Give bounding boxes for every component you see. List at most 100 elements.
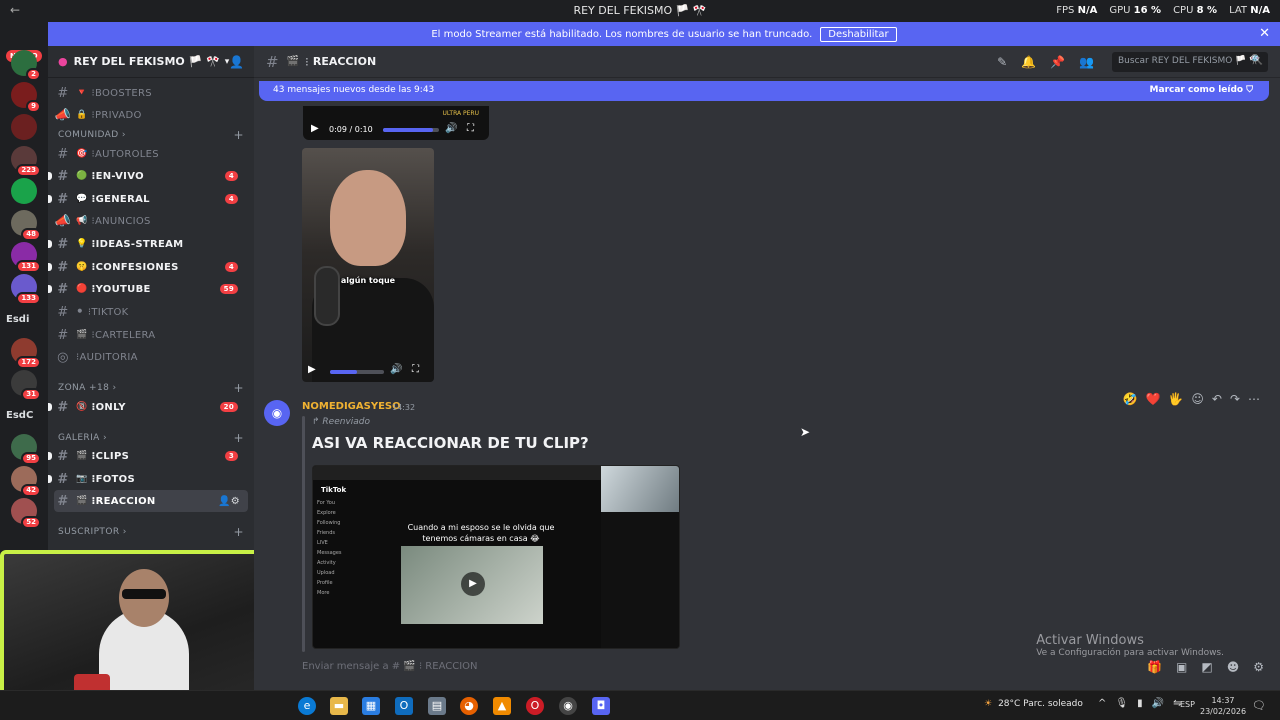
message-input[interactable]: Enviar mensaje a # 🎬 ⁝ REACCION	[302, 661, 478, 672]
heart-reaction-icon[interactable]: ❤️	[1145, 392, 1160, 406]
video-progress-bar[interactable]	[383, 128, 439, 132]
channel-youtube[interactable]: # 🔴 ⁝ YOUTUBE 59	[48, 278, 248, 300]
server-mention-badge: 42	[21, 484, 41, 497]
server-icon[interactable]: 9	[11, 82, 41, 113]
firefox-icon[interactable]: ◕	[460, 697, 478, 715]
channel-settings-icon[interactable]: 👤⚙	[218, 496, 240, 507]
server-icon[interactable]	[11, 114, 37, 140]
server-icon[interactable]: 52	[11, 498, 41, 529]
server-icon[interactable]: 172	[11, 338, 41, 369]
server-icon[interactable]: 133	[11, 274, 41, 305]
clip-video[interactable]: algún toque ▶ 🔊 ⛶	[302, 148, 434, 382]
vlc-icon[interactable]: ▲	[493, 697, 511, 715]
channel-only[interactable]: # 🔞 ⁝ ONLY 20	[48, 396, 248, 418]
message-author[interactable]: NOMEDIGASYESO	[302, 401, 401, 412]
clock[interactable]: 14:37 23/02/2026	[1200, 695, 1246, 717]
avatar[interactable]: ◉	[264, 400, 290, 426]
server-header[interactable]: ● REY DEL FEKISMO 🏳️ 🎌 ▾ 👤	[48, 46, 254, 78]
channel-emoji: 🔞	[76, 402, 88, 412]
members-icon[interactable]: 👥	[1079, 55, 1094, 69]
sticker-icon[interactable]: ◩	[1201, 660, 1212, 674]
emoji-icon[interactable]: ☻	[1227, 660, 1240, 674]
add-reaction-icon[interactable]: ☺	[1191, 392, 1204, 406]
server-icon[interactable]: 31	[11, 370, 41, 401]
microphone-icon[interactable]: 🎙	[1115, 698, 1128, 709]
channel-auditoria[interactable]: ◎ ⁝ AUDITORIA	[54, 346, 248, 368]
bell-icon[interactable]: 🔔	[1021, 55, 1036, 69]
disable-streamer-button[interactable]: Deshabilitar	[820, 26, 897, 42]
server-icon[interactable]: 131	[11, 242, 41, 273]
channel-ideas-stream[interactable]: # 💡 ⁝ IDEAS-STREAM	[48, 233, 248, 255]
server-icon[interactable]: 48	[11, 210, 41, 241]
channel-category[interactable]: COMUNIDAD › +	[58, 128, 244, 142]
channel-reaccion[interactable]: # 🎬 ⁝ REACCION 👤⚙	[54, 490, 248, 512]
search-input[interactable]: Buscar REY DEL FEKISMO 🏳️ 🎌 🔍	[1112, 52, 1268, 72]
server-icon[interactable]	[11, 178, 37, 204]
apps-icon[interactable]: ⚙	[1253, 660, 1264, 674]
volume-icon[interactable]: 🔊	[445, 123, 457, 134]
server-icon[interactable]: 2	[11, 50, 41, 81]
volume-icon[interactable]: 🔊	[390, 364, 402, 375]
channel-boosters[interactable]: # 🔻 ⁝ BOOSTERS	[54, 82, 248, 104]
channel-category[interactable]: GALERIA › +	[58, 431, 244, 445]
invite-people-icon[interactable]: 👤	[229, 55, 244, 69]
edge-icon[interactable]: e	[298, 697, 316, 715]
server-icon[interactable]: 95	[11, 434, 41, 465]
channel-clips[interactable]: # 🎬 ⁝ CLIPS 3	[48, 445, 248, 467]
hand-reaction-icon[interactable]: 🖐	[1168, 392, 1183, 406]
video-player[interactable]: ULTRA PERU ▶ 0:09 / 0:10 🔊 ⛶	[303, 106, 489, 140]
browser-bar	[313, 466, 601, 480]
add-channel-icon[interactable]: +	[234, 128, 244, 142]
language-indicator[interactable]: ESP	[1180, 700, 1195, 709]
gift-icon[interactable]: 🎁	[1147, 660, 1162, 674]
weather-widget[interactable]: ☀ 28°C Parc. soleado	[984, 699, 1083, 709]
channel-confesiones[interactable]: # 🤫 ⁝ CONFESIONES 4	[48, 256, 248, 278]
close-icon[interactable]: ✕	[1259, 26, 1270, 41]
pin-icon[interactable]: 📌	[1050, 55, 1065, 69]
fullscreen-icon[interactable]: ⛶	[412, 364, 419, 375]
channel-category[interactable]: ZONA +18 › +	[58, 381, 244, 395]
channel-en-vivo[interactable]: # 🟢 ⁝ EN-VIVO 4	[48, 165, 248, 187]
new-messages-bar[interactable]: 43 mensajes nuevos desde las 9:43 Marcar…	[259, 81, 1269, 101]
server-label[interactable]: EsdC	[6, 410, 33, 421]
channel-general[interactable]: # 💬 ⁝ GENERAL 4	[48, 188, 248, 210]
channel-cartelera[interactable]: # 🎬 ⁝ CARTELERA	[54, 324, 248, 346]
add-channel-icon[interactable]: +	[234, 431, 244, 445]
embed-image[interactable]: TikTok For You Explore Following Friends LIV…	[312, 465, 680, 649]
threads-icon[interactable]: ✎	[997, 55, 1007, 69]
server-icon[interactable]: 42	[11, 466, 41, 497]
add-channel-icon[interactable]: +	[234, 381, 244, 395]
more-icon[interactable]: ⋯	[1248, 392, 1260, 406]
forward-icon[interactable]: ↷	[1230, 392, 1240, 406]
fullscreen-icon[interactable]: ⛶	[467, 123, 474, 134]
channel-privado[interactable]: 📣 🔒 ⁝ PRIVADO	[54, 104, 248, 126]
battery-icon[interactable]: ▮	[1137, 698, 1143, 709]
channel-category[interactable]: SUSCRIPTOR › +	[58, 525, 244, 539]
channel-anuncios[interactable]: 📣 📢 ⁝ ANUNCIOS	[54, 210, 248, 232]
server-label[interactable]: Esdi	[6, 314, 29, 325]
gif-icon[interactable]: ▣	[1176, 660, 1187, 674]
channel-autoroles[interactable]: # 🎯 ⁝ AUTOROLES	[54, 143, 248, 165]
clip-progress-bar[interactable]	[330, 370, 384, 374]
channel-fotos[interactable]: # 📷 ⁝ FOTOS	[48, 468, 248, 490]
opera-icon[interactable]: O	[526, 697, 544, 715]
notifications-icon[interactable]: 🗨	[1252, 699, 1266, 712]
obs-icon[interactable]: ◉	[559, 697, 577, 715]
discord-icon[interactable]: ◘	[592, 697, 610, 715]
mention-badge: 4	[224, 194, 238, 204]
mark-as-read-button[interactable]: Marcar como leído ⛉	[1150, 85, 1253, 95]
reply-icon[interactable]: ↶	[1212, 392, 1222, 406]
store-icon[interactable]: ▦	[362, 697, 380, 715]
chevron-icon: ›	[109, 383, 117, 393]
chevron-up-icon[interactable]: ^	[1098, 698, 1106, 709]
outlook-icon[interactable]: O	[395, 697, 413, 715]
play-icon[interactable]: ▶	[308, 364, 316, 375]
channel-tiktok[interactable]: # ⚫ ⁝ TIKTOK	[54, 301, 248, 323]
laugh-reaction-icon[interactable]: 🤣	[1123, 392, 1138, 406]
volume-icon[interactable]: 🔊	[1152, 698, 1164, 709]
server-icon[interactable]: 223	[11, 146, 41, 177]
add-channel-icon[interactable]: +	[234, 525, 244, 539]
app-icon[interactable]: ▤	[428, 697, 446, 715]
play-icon[interactable]: ▶	[311, 123, 319, 134]
folder-icon[interactable]: ▬	[330, 697, 348, 715]
